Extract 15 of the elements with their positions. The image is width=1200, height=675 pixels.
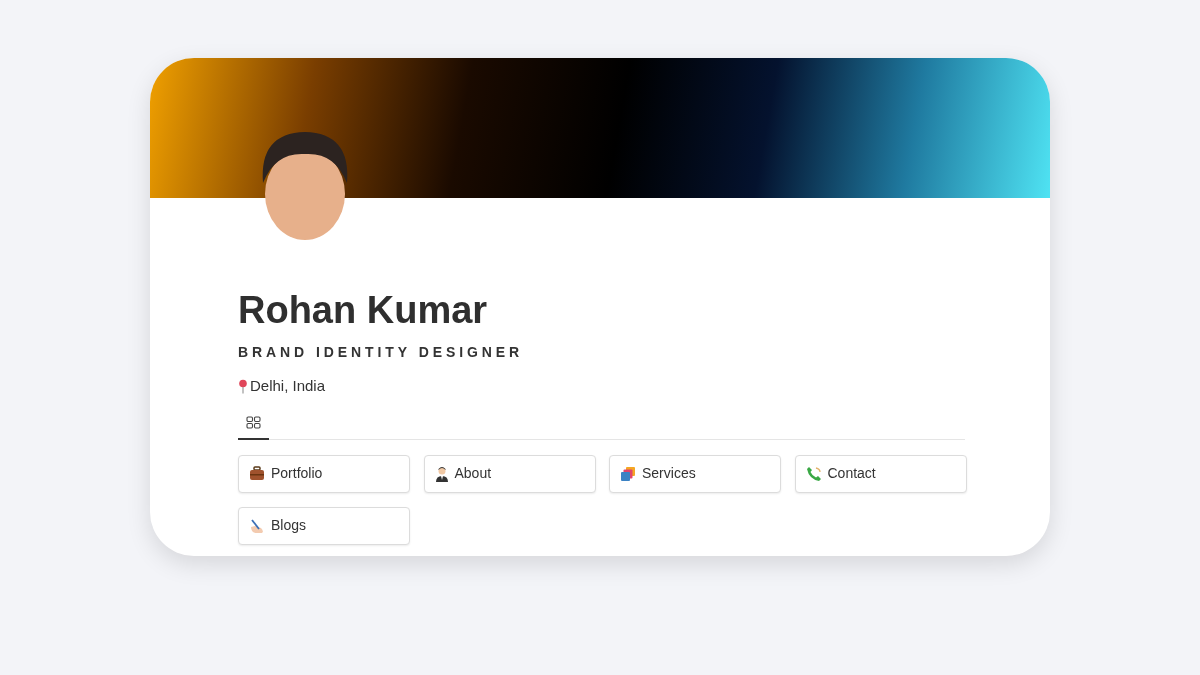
phone-icon: [805, 465, 822, 482]
layers-icon: [620, 465, 636, 482]
gallery-view-icon: [246, 416, 261, 429]
writing-hand-icon: [249, 517, 265, 534]
page-link-button[interactable]: About: [423, 454, 596, 493]
briefcase-icon: [249, 466, 265, 481]
person-icon: [434, 465, 449, 482]
profile-location: Delhi, India: [250, 376, 326, 396]
profile-role: BRAND IDENTITY DESIGNER: [238, 343, 525, 362]
page-link-button[interactable]: Blogs: [238, 506, 410, 545]
pin-icon: [238, 378, 248, 394]
page-link-button[interactable]: Portfolio: [238, 454, 410, 493]
profile-name: Rohan Kumar: [238, 288, 489, 332]
page-link-button[interactable]: Services: [609, 454, 781, 493]
page-link-button[interactable]: Contact: [794, 454, 967, 493]
